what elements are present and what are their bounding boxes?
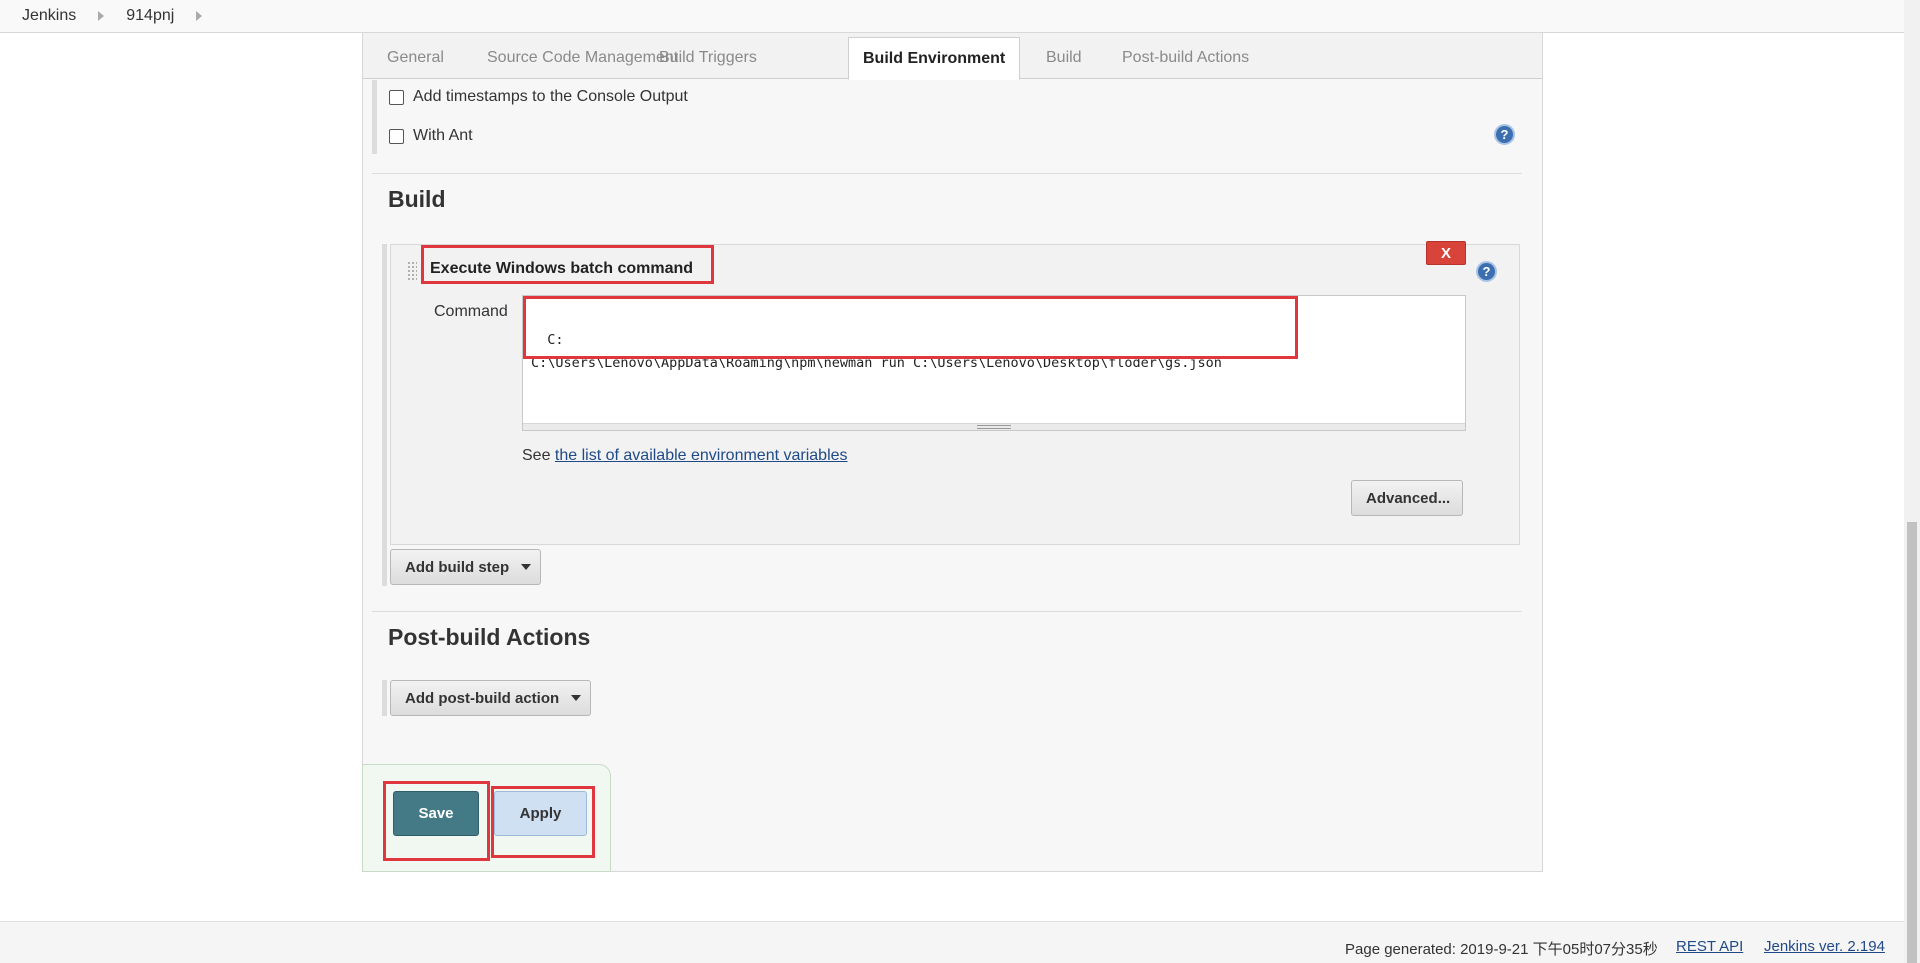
scrollbar-thumb[interactable] <box>1907 522 1917 963</box>
add-build-step-button[interactable]: Add build step <box>390 549 541 585</box>
env-vars-note: See the list of available environment va… <box>522 447 848 465</box>
breadcrumb-project[interactable]: 914pnj <box>126 7 174 25</box>
help-icon[interactable]: ? <box>1476 261 1497 282</box>
tab-build-triggers[interactable]: Build Triggers <box>645 37 771 79</box>
add-post-build-action-label: Add post-build action <box>405 689 560 707</box>
option-with-ant-label: With Ant <box>413 127 473 144</box>
rest-api-link[interactable]: REST API <box>1676 938 1743 955</box>
footer: Page generated: 2019-9-21 下午05时07分35秒 RE… <box>0 921 1904 963</box>
post-build-section-title: Post-build Actions <box>388 624 591 650</box>
with-ant-checkbox[interactable] <box>389 128 404 144</box>
advanced-button-label: Advanced... <box>1366 489 1451 507</box>
section-indicator <box>372 80 377 154</box>
divider <box>372 173 1522 174</box>
env-vars-link[interactable]: the list of available environment variab… <box>555 447 848 464</box>
caret-down-icon <box>571 695 582 701</box>
breadcrumb-jenkins[interactable]: Jenkins <box>22 7 76 25</box>
annotation-save <box>383 781 490 861</box>
caret-down-icon <box>521 564 532 570</box>
build-section-title: Build <box>388 186 446 212</box>
add-build-step-label: Add build step <box>405 558 510 576</box>
divider <box>372 611 1522 612</box>
tab-post-build-actions[interactable]: Post-build Actions <box>1108 37 1263 79</box>
help-icon[interactable]: ? <box>1494 124 1515 145</box>
advanced-button[interactable]: Advanced... <box>1351 480 1463 516</box>
tab-build[interactable]: Build <box>1032 37 1096 79</box>
vertical-scrollbar[interactable] <box>1904 0 1920 963</box>
timestamps-checkbox[interactable] <box>389 89 404 105</box>
page-generated-text: Page generated: 2019-9-21 下午05时07分35秒 <box>1345 941 1658 958</box>
drag-handle-icon[interactable] <box>407 261 417 281</box>
tab-general[interactable]: General <box>373 37 458 79</box>
tab-build-environment[interactable]: Build Environment <box>848 37 1021 80</box>
config-tabs: General Source Code Management Build Tri… <box>363 33 1542 80</box>
command-label: Command <box>434 303 508 320</box>
chevron-right-icon[interactable] <box>98 11 105 21</box>
delete-step-button[interactable]: X <box>1426 241 1466 265</box>
chevron-right-icon[interactable] <box>196 11 203 21</box>
annotation-step-title <box>421 245 714 284</box>
option-with-ant[interactable]: With Ant <box>389 127 473 145</box>
post-build-indicator <box>382 680 387 716</box>
option-timestamps[interactable]: Add timestamps to the Console Output <box>389 88 688 106</box>
add-post-build-action-button[interactable]: Add post-build action <box>390 680 591 716</box>
jenkins-version-link[interactable]: Jenkins ver. 2.194 <box>1764 938 1885 955</box>
annotation-command <box>523 296 1298 359</box>
option-timestamps-label: Add timestamps to the Console Output <box>413 88 688 105</box>
env-vars-prefix: See <box>522 447 555 464</box>
resize-grip[interactable] <box>523 423 1465 430</box>
breadcrumb: Jenkins 914pnj <box>0 0 1920 33</box>
annotation-apply <box>491 786 595 858</box>
build-step-indicator <box>382 244 387 586</box>
